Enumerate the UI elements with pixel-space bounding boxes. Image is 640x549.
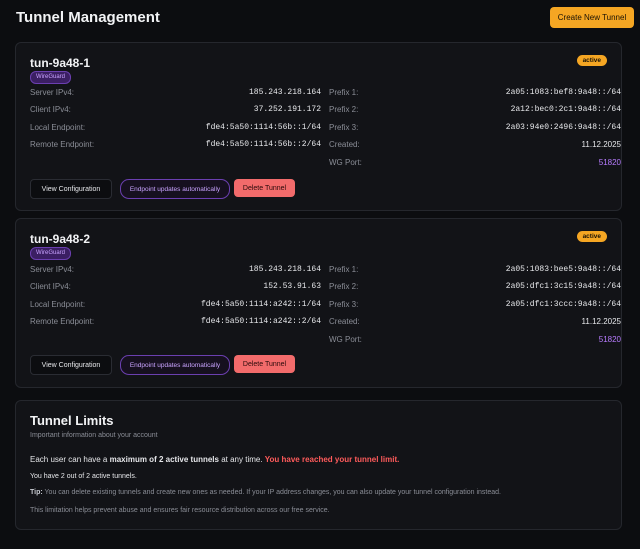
client-ipv4-value: 37.252.191.172 xyxy=(253,105,321,114)
view-configuration-button[interactable]: View Configuration xyxy=(30,179,112,199)
client-ipv4-value: 152.53.91.63 xyxy=(263,282,321,291)
created-label: Created: xyxy=(329,317,360,326)
tip-body: You can delete existing tunnels and crea… xyxy=(42,489,502,496)
prefix3-label: Prefix 3: xyxy=(329,123,359,132)
wg-port-value: 51820 xyxy=(598,158,621,167)
prefix3-value: 2a03:94e0:2496:9a48::/64 xyxy=(505,123,621,132)
wg-port-label: WG Port: xyxy=(329,158,362,167)
tunnel-card: tun-9a48-1 WireGuard active Server IPv4:… xyxy=(15,42,622,211)
endpoint-auto-update-badge: Endpoint updates automatically xyxy=(120,179,230,199)
prefix1-label: Prefix 1: xyxy=(329,265,359,274)
tunnel-name: tun-9a48-2 xyxy=(30,232,91,246)
prefix3-label: Prefix 3: xyxy=(329,300,359,309)
limits-note: This limitation helps prevent abuse and … xyxy=(30,507,330,514)
endpoint-auto-update-badge: Endpoint updates automatically xyxy=(120,355,230,375)
server-ipv4-value: 185.243.218.164 xyxy=(248,88,321,97)
local-endpoint-label: Local Endpoint: xyxy=(30,123,86,132)
prefix2-label: Prefix 2: xyxy=(329,105,359,114)
limits-title: Tunnel Limits xyxy=(30,413,114,428)
limits-rule-post: at any time. xyxy=(218,455,265,464)
local-endpoint-label: Local Endpoint: xyxy=(30,300,86,309)
remote-endpoint-value: fde4:5a50:1114:a242::2/64 xyxy=(200,317,321,326)
tunnel-limits-card: Tunnel Limits Important information abou… xyxy=(15,400,622,530)
prefix2-value: 2a05:dfc1:3c15:9a48::/64 xyxy=(505,282,621,291)
remote-endpoint-label: Remote Endpoint: xyxy=(30,317,95,326)
client-ipv4-label: Client IPv4: xyxy=(30,105,71,114)
remote-endpoint-label: Remote Endpoint: xyxy=(30,140,95,149)
limits-rule-text: Each user can have a maximum of 2 active… xyxy=(30,455,399,464)
active-count-text: You have 2 out of 2 active tunnels. xyxy=(30,473,137,480)
page-title: Tunnel Management xyxy=(16,9,160,26)
client-ipv4-label: Client IPv4: xyxy=(30,282,71,291)
wg-port-label: WG Port: xyxy=(329,335,362,344)
server-ipv4-value: 185.243.218.164 xyxy=(248,265,321,274)
limits-subtitle: Important information about your account xyxy=(30,432,158,439)
local-endpoint-value: fde4:5a50:1114:a242::1/64 xyxy=(200,300,321,309)
local-endpoint-value: fde4:5a50:1114:56b::1/64 xyxy=(205,123,321,132)
tip-label: Tip: xyxy=(30,489,43,496)
prefix1-value: 2a05:1083:bef8:9a48::/64 xyxy=(505,88,621,97)
tunnel-name: tun-9a48-1 xyxy=(30,56,91,70)
prefix1-value: 2a05:1083:bee5:9a48::/64 xyxy=(505,265,621,274)
remote-endpoint-value: fde4:5a50:1114:56b::2/64 xyxy=(205,140,321,149)
limit-reached-warning: You have reached your tunnel limit. xyxy=(264,455,400,464)
delete-tunnel-button[interactable]: Delete Tunnel xyxy=(234,179,295,197)
protocol-badge: WireGuard xyxy=(30,71,72,84)
view-configuration-button[interactable]: View Configuration xyxy=(30,355,112,375)
server-ipv4-label: Server IPv4: xyxy=(30,265,75,274)
created-label: Created: xyxy=(329,140,360,149)
protocol-badge: WireGuard xyxy=(30,247,72,260)
create-tunnel-button[interactable]: Create New Tunnel xyxy=(550,7,634,28)
prefix2-label: Prefix 2: xyxy=(329,282,359,291)
status-badge: active xyxy=(576,55,607,66)
tip-text: Tip: You can delete existing tunnels and… xyxy=(30,489,610,496)
created-value: 11.12.2025 xyxy=(581,317,621,326)
prefix2-value: 2a12:bec0:2c1:9a48::/64 xyxy=(510,105,621,114)
limits-rule-bold: maximum of 2 active tunnels xyxy=(109,455,219,464)
wg-port-value: 51820 xyxy=(598,335,621,344)
prefix3-value: 2a05:dfc1:3ccc:9a48::/64 xyxy=(505,300,621,309)
delete-tunnel-button[interactable]: Delete Tunnel xyxy=(234,355,295,373)
limits-rule-pre: Each user can have a xyxy=(30,455,110,464)
prefix1-label: Prefix 1: xyxy=(329,88,359,97)
server-ipv4-label: Server IPv4: xyxy=(30,88,75,97)
tunnel-card: tun-9a48-2 WireGuard active Server IPv4:… xyxy=(15,218,622,388)
status-badge: active xyxy=(576,231,607,242)
created-value: 11.12.2025 xyxy=(581,140,621,149)
